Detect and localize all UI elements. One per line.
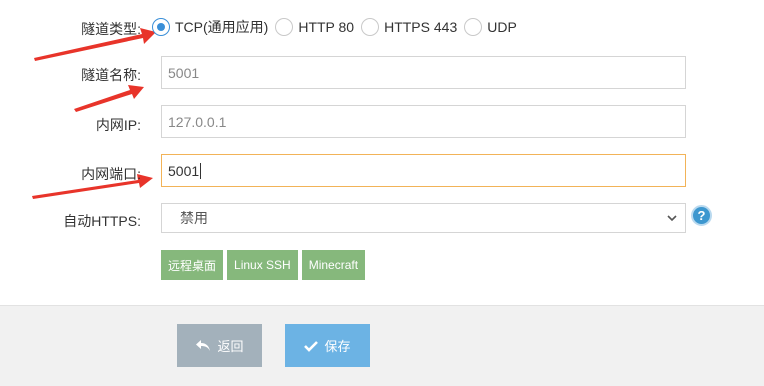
radio-unchecked-icon[interactable] bbox=[275, 18, 294, 36]
preset-remote-desktop-button[interactable]: 远程桌面 bbox=[161, 250, 224, 280]
auto-https-label: 自动HTTPS: bbox=[63, 213, 141, 229]
save-button[interactable]: 保存 bbox=[285, 324, 370, 367]
save-button-label: 保存 bbox=[324, 339, 351, 354]
radio-http-label: HTTP 80 bbox=[298, 19, 355, 35]
annotation-arrow-name bbox=[74, 85, 144, 112]
tunnel-type-label: 隧道类型: bbox=[81, 21, 141, 37]
tunnel-form: 隧道类型: TCP(通用应用) HTTP 80 HTTPS 443 UDP 隧道… bbox=[0, 0, 764, 305]
radio-tcp[interactable]: TCP(通用应用) bbox=[152, 17, 268, 37]
radio-unchecked-icon[interactable] bbox=[361, 18, 380, 36]
local-ip-value: 127.0.0.1 bbox=[168, 113, 227, 130]
chevron-down-icon bbox=[667, 215, 677, 222]
checkmark-icon bbox=[304, 340, 319, 352]
auto-https-selected: 禁用 bbox=[180, 210, 208, 226]
preset-buttons: 远程桌面 Linux SSH Minecraft bbox=[161, 250, 366, 280]
radio-unchecked-icon[interactable] bbox=[464, 18, 483, 36]
tunnel-type-radio-group: TCP(通用应用) HTTP 80 HTTPS 443 UDP bbox=[152, 16, 524, 38]
preset-minecraft-button[interactable]: Minecraft bbox=[301, 250, 366, 280]
preset-linux-ssh-button[interactable]: Linux SSH bbox=[227, 250, 298, 280]
local-port-input[interactable]: 5001 bbox=[161, 154, 686, 187]
radio-https-label: HTTPS 443 bbox=[384, 19, 458, 35]
local-port-label: 内网端口: bbox=[81, 166, 141, 182]
tunnel-name-label: 隧道名称: bbox=[81, 67, 141, 83]
radio-http[interactable]: HTTP 80 bbox=[275, 18, 354, 36]
radio-https[interactable]: HTTPS 443 bbox=[361, 18, 457, 36]
tunnel-name-value: 5001 bbox=[168, 64, 200, 81]
radio-udp[interactable]: UDP bbox=[464, 18, 517, 36]
text-caret bbox=[200, 162, 202, 179]
back-arrow-icon bbox=[196, 339, 211, 351]
radio-checked-icon[interactable] bbox=[152, 18, 170, 36]
local-ip-input[interactable]: 127.0.0.1 bbox=[161, 105, 686, 138]
radio-udp-label: UDP bbox=[487, 19, 517, 35]
auto-https-select[interactable]: 禁用 bbox=[161, 203, 686, 233]
back-button-label: 返回 bbox=[217, 339, 244, 354]
local-port-value: 5001 bbox=[168, 162, 200, 179]
tunnel-name-input[interactable]: 5001 bbox=[161, 56, 686, 89]
local-ip-label: 内网IP: bbox=[95, 117, 141, 133]
radio-tcp-label: TCP(通用应用) bbox=[175, 19, 269, 35]
question-icon-glyph: ? bbox=[697, 208, 706, 223]
form-footer bbox=[0, 305, 764, 386]
back-button[interactable]: 返回 bbox=[177, 324, 262, 367]
question-icon[interactable]: ? bbox=[691, 205, 712, 226]
